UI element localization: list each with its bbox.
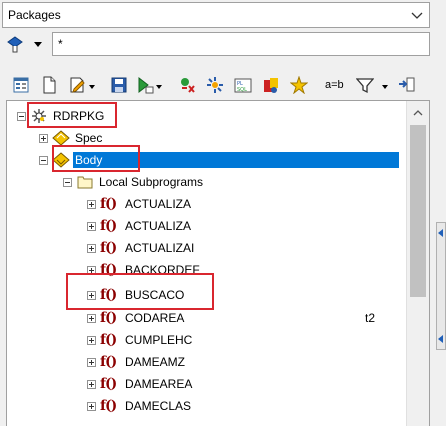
expand-toggle[interactable] [87,357,96,367]
expand-toggle[interactable] [87,379,96,389]
function-name: ACTUALIZAI [125,241,195,255]
function-name: DAMECLAS [125,399,192,413]
expand-toggle[interactable] [87,265,96,275]
expand-toggle[interactable] [39,133,48,143]
background-panel-text: t2 [365,311,376,325]
body-label: Body [73,152,399,168]
scrollbar-thumb[interactable] [410,125,426,297]
function-icon: f() [100,332,117,348]
tree-node-package[interactable]: RDRPKG [17,105,106,127]
tree-node-function[interactable]: f() ACTUALIZA [87,215,193,237]
function-name: DAMEAREA [125,377,193,391]
package-spec-icon [52,130,70,146]
function-icon: f() [100,240,117,256]
tree-node-function[interactable]: f() BUSCACO [87,284,186,306]
expand-toggle[interactable] [87,313,96,323]
collapse-toggle[interactable] [39,155,48,165]
filter-dropdown-arrow[interactable] [34,42,42,47]
tree-node-function[interactable]: f() DAMECLAS [87,395,193,417]
function-name: ACTUALIZA [125,219,192,233]
tree-node-body[interactable]: Body [39,149,399,171]
edit-dropdown-arrow[interactable] [89,85,95,89]
expand-toggle[interactable] [87,335,96,345]
properties-icon[interactable] [12,76,30,94]
folder-icon [76,174,94,190]
function-icon: f() [100,287,117,303]
tree-node-function[interactable]: f() DAMEAMZ [87,351,187,373]
object-type-dropdown[interactable]: Packages [2,2,430,28]
filter-input-value: * [58,37,63,51]
tree-node-function[interactable]: f() CODAREA [87,307,186,329]
privileges-icon[interactable] [262,76,280,94]
expand-toggle[interactable] [87,221,96,231]
function-name: ACTUALIZA [125,197,192,211]
filter-dropdown-arrow-toolbar[interactable] [382,85,388,89]
function-icon: f() [100,398,117,414]
edit-icon[interactable] [68,76,86,94]
find-object-icon[interactable] [398,76,416,94]
spec-label: Spec [75,131,103,145]
save-icon[interactable] [110,76,128,94]
package-body-icon [52,152,70,168]
expand-toggle[interactable] [87,199,96,209]
expand-toggle[interactable] [87,243,96,253]
compare-button[interactable]: a=b [325,79,344,91]
execute-dropdown-arrow[interactable] [156,85,162,89]
new-document-icon[interactable] [40,76,58,94]
panel-splitter[interactable] [436,222,446,350]
expand-toggle[interactable] [87,401,96,411]
tree-node-function[interactable]: f() ACTUALIZA [87,193,193,215]
compile-icon[interactable] [178,76,196,94]
collapse-toggle[interactable] [63,177,72,187]
package-name: RDRPKG [53,109,105,123]
filter-icon[interactable] [356,76,374,94]
debug-icon[interactable] [206,76,224,94]
sql-icon[interactable]: PL SQL [234,76,252,94]
function-name: BACKORDEF [125,263,200,277]
function-name: DAMEAMZ [125,355,185,369]
tree-node-function[interactable]: f() ACTUALIZAI [87,237,196,259]
function-icon: f() [100,354,117,370]
describe-icon[interactable] [290,76,308,94]
tree-node-spec[interactable]: Spec [39,127,104,149]
filter-input[interactable]: * [52,32,430,56]
collapse-toggle[interactable] [17,111,26,121]
scroll-up-icon[interactable] [413,109,423,117]
function-name: BUSCACO [125,288,185,302]
function-icon: f() [100,310,117,326]
function-name: CUMPLEHC [125,333,193,347]
expand-toggle[interactable] [87,290,96,300]
object-tree[interactable]: RDRPKG Spec Body Local Subprograms f() A… [6,100,430,426]
function-icon: f() [100,262,117,278]
tree-node-local-subprograms[interactable]: Local Subprograms [63,171,205,193]
object-type-value: Packages [8,8,61,22]
tree-scrollbar[interactable] [406,101,429,426]
collapse-left-icon[interactable] [438,229,443,237]
function-name: CODAREA [125,311,185,325]
svg-text:SQL: SQL [237,87,247,93]
tree-node-function[interactable]: f() BACKORDEF [87,259,202,281]
tree-node-function[interactable]: f() DAMEAREA [87,373,194,395]
function-icon: f() [100,376,117,392]
local-subprograms-label: Local Subprograms [99,175,204,189]
collapse-left-icon[interactable] [438,335,443,343]
function-icon: f() [100,218,117,234]
filter-type-icon[interactable] [6,36,24,54]
package-icon [30,108,48,124]
execute-icon[interactable] [136,76,154,94]
function-icon: f() [100,196,117,212]
tree-node-function[interactable]: f() CUMPLEHC [87,329,194,351]
chevron-down-icon[interactable] [411,9,423,21]
